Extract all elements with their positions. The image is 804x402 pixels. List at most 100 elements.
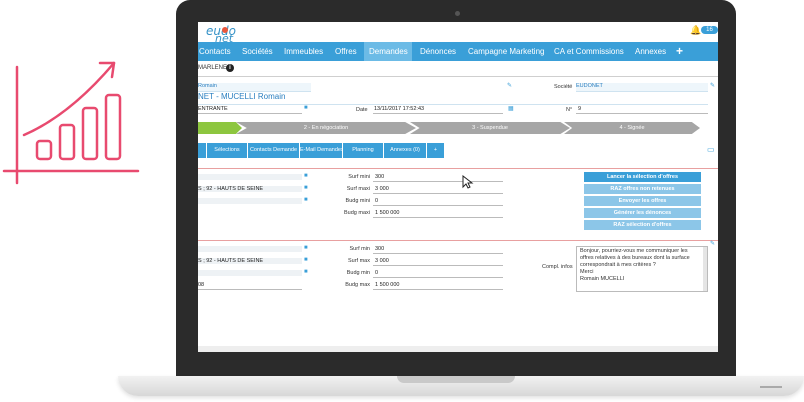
nav-item-campagne-marketing[interactable]: Campagne Marketing — [468, 42, 544, 61]
field-underline — [373, 217, 503, 218]
reset-offers-button[interactable]: RAZ offres non retenues — [584, 184, 701, 194]
nav-item-ca-commissions[interactable]: CA et Commissions — [554, 42, 624, 61]
date-field[interactable]: 13/11/2017 17:52:43 — [374, 106, 424, 112]
selection-field-1[interactable] — [198, 174, 302, 180]
calendar-icon[interactable]: ▦ — [508, 105, 514, 112]
nav-item-offres[interactable]: Offres — [335, 42, 357, 61]
field-underline — [373, 193, 503, 194]
number-field: 9 — [578, 106, 582, 112]
screen-footer — [198, 346, 718, 352]
folder-icon[interactable]: ■ — [304, 257, 308, 263]
surf-maxi-label: Surf maxi — [346, 186, 370, 192]
folder-icon[interactable]: ■ — [304, 173, 308, 179]
laptop-notch — [397, 376, 515, 383]
edit-pencil-icon[interactable]: ✎ — [507, 82, 512, 89]
comment-line: offres relatives à des bureaux dont la s… — [580, 255, 690, 261]
budg-mini-label: Budg mini — [345, 198, 370, 204]
tab-annexes[interactable]: Annexes (0) — [384, 143, 427, 158]
nav-item-immeubles[interactable]: Immeubles — [284, 42, 323, 61]
surf-mini-value[interactable]: 300 — [375, 174, 384, 180]
field-underline — [198, 289, 302, 290]
budg-max-value[interactable]: 1 500 000 — [375, 282, 399, 288]
field-underline — [373, 181, 503, 182]
surf-maxi-value[interactable]: 3 000 — [375, 186, 389, 192]
compl-infos-label: Compl. infos — [542, 264, 573, 270]
folder-icon[interactable]: ■ — [304, 105, 308, 111]
surf-min-label: Surf min — [349, 246, 370, 252]
tab-contacts-demande[interactable]: Contacts Demande — [248, 143, 300, 158]
nav-item-contacts[interactable]: Contacts — [199, 42, 231, 61]
nav-item-demandes[interactable]: Demandes — [369, 42, 408, 61]
date-label: Date — [356, 107, 368, 113]
tab-first[interactable] — [198, 143, 207, 158]
step-signee[interactable]: 4 - Signée — [564, 122, 700, 134]
tab-planning[interactable]: Planning — [343, 143, 384, 158]
criteria-field-4[interactable]: 08 — [198, 282, 204, 288]
growth-chart-icon — [2, 61, 140, 185]
comment-line: Merci — [580, 269, 594, 275]
criteria-field-3[interactable] — [198, 270, 302, 276]
field-underline — [373, 289, 503, 290]
tab-selections[interactable]: Sélections — [207, 143, 248, 158]
type-field[interactable]: ENTRANTE — [198, 106, 228, 112]
surf-max-value[interactable]: 3 000 — [375, 258, 389, 264]
tab-email-demandes[interactable]: E-Mail Demandes — [300, 143, 344, 158]
selection-field-3[interactable] — [198, 198, 302, 204]
field-underline — [373, 265, 503, 266]
folder-icon[interactable]: ■ — [304, 269, 308, 275]
step-active[interactable] — [198, 122, 242, 134]
comment-line: Romain MUCELLI — [580, 276, 625, 282]
nav-add-button[interactable]: + — [676, 42, 683, 61]
contact-field[interactable]: Romain — [198, 83, 311, 92]
textarea-scrollbar[interactable] — [703, 247, 707, 291]
number-label: N° — [566, 107, 573, 113]
edit-pencil-icon[interactable]: ✎ — [710, 240, 715, 247]
info-icon[interactable]: i — [226, 64, 234, 72]
mouse-cursor-icon — [462, 175, 474, 189]
criteria-field-2[interactable]: S ; 92 - HAUTS DE SEINE — [198, 258, 302, 264]
tab-add[interactable]: + — [427, 143, 445, 158]
budg-maxi-label: Budg maxi — [344, 210, 370, 216]
section-divider — [198, 168, 718, 169]
panel-toggle-icon[interactable]: ▭ — [707, 145, 715, 154]
webcam — [455, 11, 460, 16]
step-negociation[interactable]: 2 - En négociation — [236, 122, 416, 134]
budg-min-value[interactable]: 0 — [375, 270, 378, 276]
nav-item-societes[interactable]: Sociétés — [242, 42, 273, 61]
app-screen: eudo net 🔔 16 Contacts Sociétés Immeuble… — [198, 22, 718, 352]
compl-infos-textarea[interactable]: Bonjour, pourriez-vous me communiquer le… — [576, 246, 708, 292]
surf-max-label: Surf max — [347, 258, 370, 264]
nav-item-denonces[interactable]: Dénonces — [420, 42, 456, 61]
send-offers-button[interactable]: Envoyer les offres — [584, 196, 701, 206]
folder-icon[interactable]: ■ — [304, 245, 308, 251]
comment-line: Bonjour, pourriez-vous me communiquer le… — [580, 248, 688, 254]
bell-icon[interactable]: 🔔 — [690, 26, 701, 35]
field-underline — [373, 205, 503, 206]
nav-items: Contacts Sociétés Immeubles Offres Deman… — [198, 42, 718, 61]
field-underline — [198, 113, 302, 114]
budg-max-label: Budg max — [345, 282, 370, 288]
nav-item-annexes[interactable]: Annexes — [635, 42, 666, 61]
budg-mini-value[interactable]: 0 — [375, 198, 378, 204]
generate-denonces-button[interactable]: Générer les dénonces — [584, 208, 701, 218]
criteria-field-1[interactable] — [198, 246, 302, 252]
field-underline — [576, 113, 708, 114]
launch-selection-button[interactable]: Lancer la sélection d'offres — [584, 172, 701, 182]
notification-badge[interactable]: 16 — [701, 26, 718, 34]
budg-maxi-value[interactable]: 1 500 000 — [375, 210, 399, 216]
section-divider — [198, 240, 718, 241]
comment-line: correspondrait à mes critères ? — [580, 262, 656, 268]
selection-field-2[interactable]: S ; 92 - HAUTS DE SEINE — [198, 186, 302, 192]
societe-label: Société — [554, 84, 573, 90]
societe-field[interactable]: EUDONET — [576, 83, 708, 92]
reset-selection-button[interactable]: RAZ sélection d'offres — [584, 220, 701, 230]
field-underline — [373, 253, 503, 254]
step-suspendue[interactable]: 3 - Suspendue — [410, 122, 570, 134]
folder-icon[interactable]: ■ — [304, 197, 308, 203]
edit-pencil-icon[interactable]: ✎ — [710, 82, 715, 89]
field-underline — [373, 277, 503, 278]
folder-icon[interactable]: ■ — [304, 185, 308, 191]
surf-min-value[interactable]: 300 — [375, 246, 384, 252]
budg-min-label: Budg min — [346, 270, 370, 276]
laptop-indicator — [760, 386, 782, 388]
